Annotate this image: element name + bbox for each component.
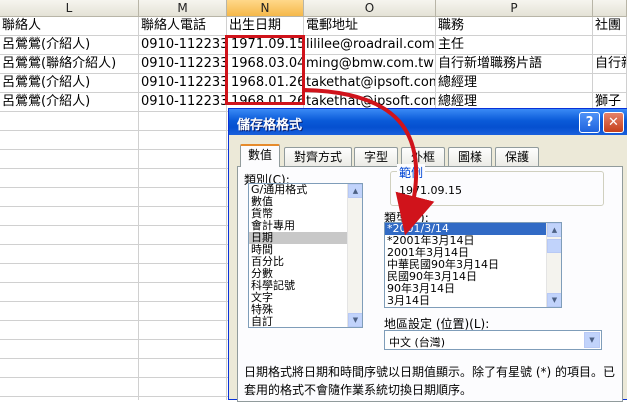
arrow-path xyxy=(303,88,435,236)
annotation-arrow xyxy=(303,88,435,236)
tab-number[interactable]: 數值 xyxy=(240,144,280,167)
